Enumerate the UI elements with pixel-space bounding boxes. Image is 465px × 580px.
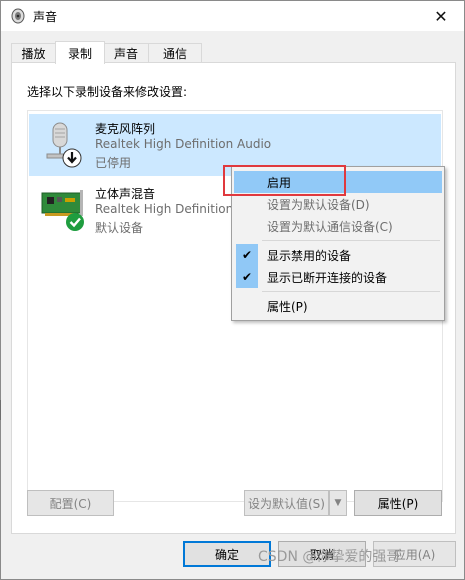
speaker-icon bbox=[10, 8, 26, 24]
green-check-badge-icon bbox=[66, 213, 84, 231]
properties-button[interactable]: 属性(P) bbox=[354, 490, 442, 516]
close-icon: ✕ bbox=[434, 6, 448, 26]
menu-item-show-disabled[interactable]: ✔ 显示禁用的设备 bbox=[234, 244, 442, 266]
title-bar: 声音 ✕ bbox=[1, 1, 464, 31]
check-icon: ✔ bbox=[236, 266, 258, 288]
instruction-text: 选择以下录制设备来修改设置: bbox=[27, 85, 188, 99]
menu-item-label: 属性(P) bbox=[267, 299, 308, 314]
menu-item-set-default[interactable]: 设置为默认设备(D) bbox=[234, 193, 442, 215]
window-title: 声音 bbox=[33, 10, 58, 24]
menu-item-label: 显示已断开连接的设备 bbox=[267, 270, 388, 285]
menu-separator bbox=[262, 240, 440, 241]
set-default-button[interactable]: 设为默认值(S) bbox=[244, 490, 329, 516]
menu-separator bbox=[262, 291, 440, 292]
device-driver: Realtek High Definition Audio bbox=[95, 137, 272, 151]
menu-item-set-default-comm[interactable]: 设置为默认通信设备(C) bbox=[234, 215, 442, 237]
edge-marker bbox=[0, 400, 1, 420]
down-arrow-badge-icon bbox=[62, 148, 82, 168]
watermark: CSDN @你挚爱的强哥 bbox=[258, 549, 401, 565]
check-icon: ✔ bbox=[236, 244, 258, 266]
menu-item-enable[interactable]: 启用 bbox=[234, 171, 442, 193]
tab-label: 录制 bbox=[67, 46, 92, 61]
tab-label: 通信 bbox=[162, 47, 187, 61]
menu-item-properties[interactable]: 属性(P) bbox=[234, 295, 442, 317]
microphone-icon bbox=[39, 120, 87, 170]
device-status: 已停用 bbox=[95, 156, 132, 170]
device-status: 默认设备 bbox=[95, 221, 144, 235]
tab-label: 播放 bbox=[21, 47, 46, 61]
menu-item-label: 设置为默认通信设备(C) bbox=[267, 219, 393, 234]
menu-item-show-disconnected[interactable]: ✔ 显示已断开连接的设备 bbox=[234, 266, 442, 288]
tab-communications[interactable]: 通信 bbox=[148, 43, 202, 63]
device-name: 麦克风阵列 bbox=[95, 122, 156, 136]
context-menu: 启用 设置为默认设备(D) 设置为默认通信设备(C) ✔ 显示禁用的设备 ✔ 显… bbox=[231, 166, 445, 321]
close-button[interactable]: ✕ bbox=[418, 1, 464, 31]
tab-recording[interactable]: 录制 bbox=[55, 41, 105, 64]
menu-item-label: 启用 bbox=[267, 175, 292, 190]
tab-playback[interactable]: 播放 bbox=[11, 43, 56, 63]
device-name: 立体声混音 bbox=[95, 187, 156, 201]
button-label: 设为默认值(S) bbox=[248, 496, 325, 511]
menu-item-label: 设置为默认设备(D) bbox=[267, 197, 370, 212]
button-label: 确定 bbox=[214, 547, 239, 562]
menu-item-label: 显示禁用的设备 bbox=[267, 248, 352, 263]
tab-label: 声音 bbox=[113, 47, 138, 61]
button-label: 配置(C) bbox=[49, 496, 92, 511]
button-label: 属性(P) bbox=[377, 496, 419, 511]
configure-button[interactable]: 配置(C) bbox=[27, 490, 114, 516]
chevron-down-icon: ▼ bbox=[334, 498, 342, 508]
set-default-dropdown[interactable]: ▼ bbox=[329, 490, 347, 516]
sound-card-icon bbox=[39, 185, 87, 235]
tab-sounds[interactable]: 声音 bbox=[103, 43, 149, 63]
